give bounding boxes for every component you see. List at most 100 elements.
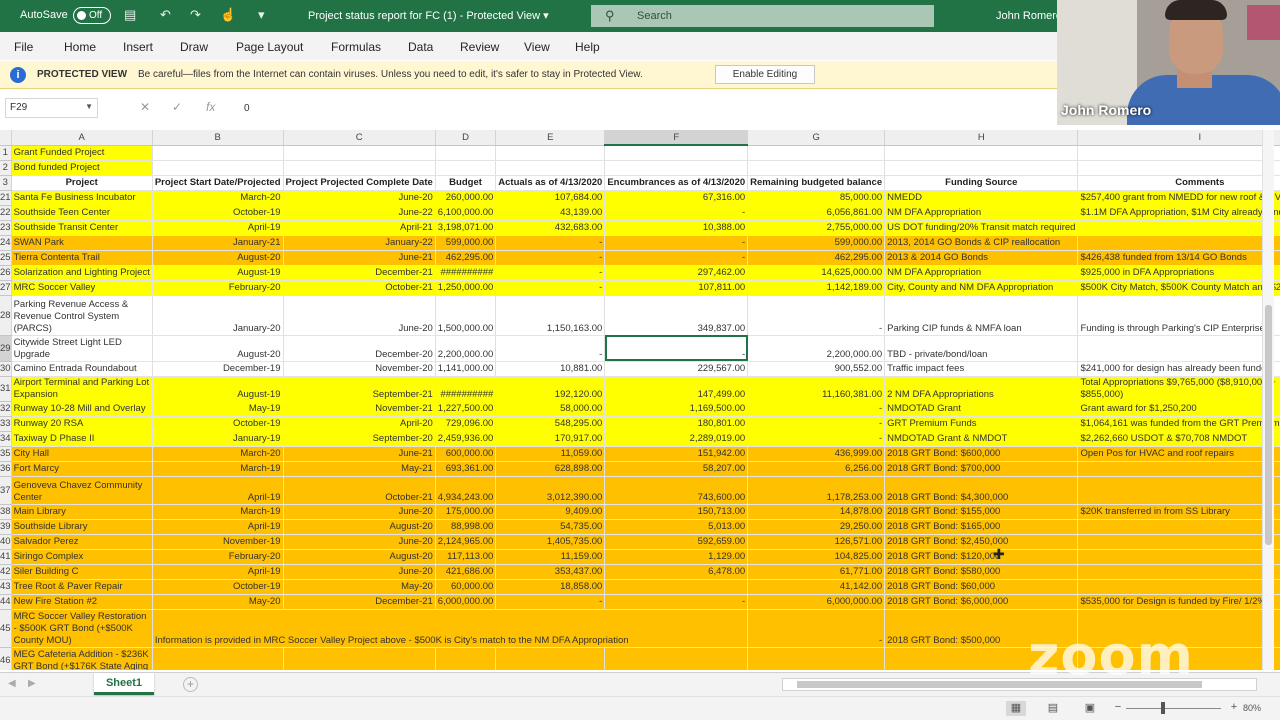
cell-b46[interactable] — [152, 647, 284, 670]
cell-b38[interactable]: March-19 — [152, 504, 284, 520]
cell-e28[interactable]: 1,150,163.00 — [495, 295, 606, 336]
menu-insert[interactable]: Insert — [123, 40, 153, 54]
cell-e41[interactable]: 11,159.00 — [495, 549, 606, 565]
cell-c25[interactable]: June-21 — [283, 250, 436, 266]
menu-draw[interactable]: Draw — [180, 40, 208, 54]
cell-a2[interactable]: Bond funded Project — [11, 160, 153, 176]
column-header-h[interactable]: H — [884, 130, 1079, 146]
cell-g31[interactable]: 11,160,381.00 — [747, 376, 886, 402]
cell-d2[interactable] — [435, 160, 497, 176]
cell-a35[interactable]: City Hall — [11, 446, 153, 462]
cell-g24[interactable]: 599,000.00 — [747, 235, 886, 251]
cell-a21[interactable]: Santa Fe Business Incubator — [11, 190, 153, 206]
cell-c39[interactable]: August-20 — [283, 519, 436, 535]
cell-d23[interactable]: 3,198,071.00 — [435, 220, 497, 236]
cell-d22[interactable]: 6,100,000.00 — [435, 205, 497, 221]
cell-a38[interactable]: Main Library — [11, 504, 153, 520]
cell-h29[interactable]: TBD - private/bond/loan — [884, 335, 1079, 362]
cell-g23[interactable]: 2,755,000.00 — [747, 220, 886, 236]
cell-a36[interactable]: Fort Marcy — [11, 461, 153, 477]
cell-h35[interactable]: 2018 GRT Bond: $600,000 — [884, 446, 1079, 462]
cell-a30[interactable]: Camino Entrada Roundabout — [11, 361, 153, 377]
cell-f24[interactable]: - — [604, 235, 749, 251]
normal-view-icon[interactable]: ▦ — [1006, 701, 1026, 716]
cell-b27[interactable]: February-20 — [152, 280, 284, 296]
cell-b24[interactable]: January-21 — [152, 235, 284, 251]
cell-c40[interactable]: June-20 — [283, 534, 436, 550]
cell-b42[interactable]: April-19 — [152, 564, 284, 580]
cell-g44[interactable]: 6,000,000.00 — [747, 594, 886, 610]
row-header[interactable]: 43 — [0, 579, 12, 595]
vertical-scrollbar[interactable] — [1262, 130, 1274, 670]
cell-b36[interactable]: March-19 — [152, 461, 284, 477]
row-header[interactable]: 35 — [0, 446, 12, 462]
cell-d25[interactable]: 462,295.00 — [435, 250, 497, 266]
cell-g26[interactable]: 14,625,000.00 — [747, 265, 886, 281]
row-header[interactable]: 31 — [0, 376, 12, 402]
cell-g39[interactable]: 29,250.00 — [747, 519, 886, 535]
row-header[interactable]: 44 — [0, 594, 12, 610]
cell-d40[interactable]: 2,124,965.00 — [435, 534, 497, 550]
cell-f31[interactable]: 147,499.00 — [604, 376, 749, 402]
column-header-b[interactable]: B — [152, 130, 284, 146]
cell-i22[interactable]: $1.1M DFA Appropriation, $1M City alread… — [1077, 205, 1280, 221]
cell-g22[interactable]: 6,056,861.00 — [747, 205, 886, 221]
cell-a26[interactable]: Solarization and Lighting Project — [11, 265, 153, 281]
cell-h22[interactable]: NM DFA Appropriation — [884, 205, 1079, 221]
cell-f30[interactable]: 229,567.00 — [604, 361, 749, 377]
cell-h41[interactable]: 2018 GRT Bond: $120,000 — [884, 549, 1079, 565]
cell-h37[interactable]: 2018 GRT Bond: $4,300,000 — [884, 476, 1079, 505]
row-header[interactable]: 38 — [0, 504, 12, 520]
cell-i42[interactable] — [1077, 564, 1280, 580]
cell-a25[interactable]: Tierra Contenta Trail — [11, 250, 153, 266]
cell-g35[interactable]: 436,999.00 — [747, 446, 886, 462]
cell-e43[interactable]: 18,858.00 — [495, 579, 606, 595]
search-box[interactable]: ⚲ Search — [591, 5, 934, 27]
menu-formulas[interactable]: Formulas — [331, 40, 381, 54]
cell-g3[interactable]: Remaining budgeted balance — [747, 175, 886, 191]
cell-g38[interactable]: 14,878.00 — [747, 504, 886, 520]
cell-h25[interactable]: 2013 & 2014 GO Bonds — [884, 250, 1079, 266]
cell-c29[interactable]: December-20 — [283, 335, 436, 362]
cell-c31[interactable]: September-21 — [283, 376, 436, 402]
cell-f36[interactable]: 58,207.00 — [604, 461, 749, 477]
select-all-corner[interactable] — [0, 130, 12, 146]
cell-b33[interactable]: October-19 — [152, 416, 284, 432]
cell-i24[interactable] — [1077, 235, 1280, 251]
cell-d37[interactable]: 4,934,243.00 — [435, 476, 497, 505]
cell-g32[interactable]: - — [747, 401, 886, 417]
cell-a27[interactable]: MRC Soccer Valley — [11, 280, 153, 296]
row-header[interactable]: 2 — [0, 160, 12, 176]
column-header-i[interactable]: I — [1077, 130, 1280, 146]
cell-i26[interactable]: $925,000 in DFA Appropriations — [1077, 265, 1280, 281]
cell-f25[interactable]: - — [604, 250, 749, 266]
row-header[interactable]: 30 — [0, 361, 12, 377]
cell-c35[interactable]: June-21 — [283, 446, 436, 462]
cell-b31[interactable]: August-19 — [152, 376, 284, 402]
cell-g29[interactable]: 2,200,000.00 — [747, 335, 886, 362]
row-header[interactable]: 21 — [0, 190, 12, 206]
cell-c23[interactable]: April-21 — [283, 220, 436, 236]
cell-e33[interactable]: 548,295.00 — [495, 416, 606, 432]
cell-c44[interactable]: December-21 — [283, 594, 436, 610]
cell-a44[interactable]: New Fire Station #2 — [11, 594, 153, 610]
cell-h42[interactable]: 2018 GRT Bond: $580,000 — [884, 564, 1079, 580]
cell-i1[interactable] — [1077, 145, 1280, 161]
cell-d46[interactable] — [435, 647, 497, 670]
cell-b28[interactable]: January-20 — [152, 295, 284, 336]
cell-e3[interactable]: Actuals as of 4/13/2020 — [495, 175, 606, 191]
cell-c36[interactable]: May-21 — [283, 461, 436, 477]
cell-f33[interactable]: 180,801.00 — [604, 416, 749, 432]
cell-b2[interactable] — [152, 160, 284, 176]
cell-c2[interactable] — [283, 160, 436, 176]
cell-h27[interactable]: City, County and NM DFA Appropriation — [884, 280, 1079, 296]
cell-i21[interactable]: $257,400 grant from NMEDD for new roof &… — [1077, 190, 1280, 206]
cell-f37[interactable]: 743,600.00 — [604, 476, 749, 505]
cell-g41[interactable]: 104,825.00 — [747, 549, 886, 565]
cell-a3[interactable]: Project — [11, 175, 153, 191]
cell-e39[interactable]: 54,735.00 — [495, 519, 606, 535]
cell-d38[interactable]: 175,000.00 — [435, 504, 497, 520]
cell-a28[interactable]: Parking Revenue Access & Revenue Control… — [11, 295, 153, 336]
zoom-out-icon[interactable]: − — [1108, 701, 1128, 716]
cell-f44[interactable]: - — [604, 594, 749, 610]
